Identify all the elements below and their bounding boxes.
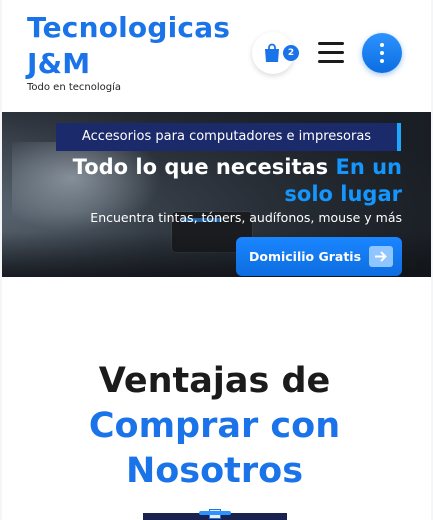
hero-subheading: Encuentra tintas, tóners, audífonos, mou…	[90, 210, 402, 225]
hero-heading-white: Todo lo que necesitas	[72, 155, 336, 179]
brand-tagline: Todo en tecnología	[27, 82, 122, 93]
page: Tecnologicas J&M Todo en tecnología 2 Ac…	[2, 0, 431, 520]
hamburger-menu-icon	[318, 42, 344, 45]
advantages-section: Ventajas de Comprar con Nosotros	[2, 277, 431, 520]
site-header: Tecnologicas J&M Todo en tecnología 2	[2, 0, 431, 112]
cart-button[interactable]: 2	[252, 32, 299, 74]
hero-heading: Todo lo que necesitas En un solo lugar	[32, 154, 402, 208]
advantages-title: Ventajas de Comprar con Nosotros	[2, 359, 427, 494]
hamburger-line	[318, 51, 344, 54]
cart-count-badge: 2	[283, 45, 299, 61]
free-delivery-button[interactable]: Domicilio Gratis	[236, 237, 402, 276]
brand-logo-title[interactable]: Tecnologicas J&M	[27, 10, 247, 82]
hamburger-line	[318, 60, 344, 63]
hero-banner: Accesorios para computadores e impresora…	[2, 112, 431, 277]
dot	[380, 59, 384, 63]
more-options-button[interactable]	[362, 33, 402, 73]
hamburger-menu-button[interactable]	[318, 42, 346, 64]
dot	[380, 51, 384, 55]
hero-category-tag: Accesorios para computadores e impresora…	[56, 123, 401, 151]
advantages-illustration	[143, 509, 287, 520]
vertical-dots-icon	[380, 43, 384, 47]
free-delivery-label: Domicilio Gratis	[249, 249, 362, 264]
arrow-right-icon	[369, 246, 393, 267]
advantages-title-line1: Ventajas de	[98, 361, 331, 401]
advantages-title-line2: Comprar con Nosotros	[88, 406, 341, 491]
shopping-bag-icon	[265, 43, 279, 62]
